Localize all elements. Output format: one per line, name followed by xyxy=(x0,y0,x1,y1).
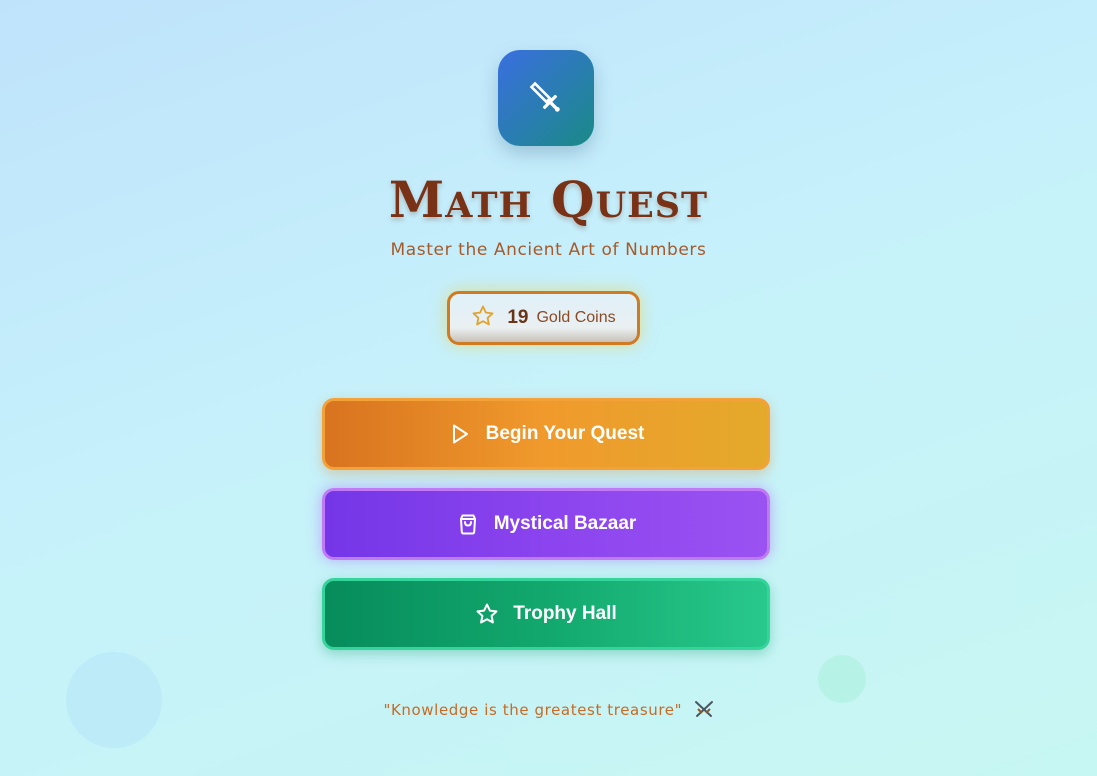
trophy-hall-label: Trophy Hall xyxy=(513,603,617,624)
trophy-hall-button[interactable]: Trophy Hall xyxy=(322,578,770,650)
coin-label: Gold Coins xyxy=(536,309,616,326)
star-icon xyxy=(472,305,494,326)
gold-coins-badge: 19 Gold Coins xyxy=(447,291,640,345)
footer-quote: "Knowledge is the greatest treasure" xyxy=(0,700,1097,719)
star-icon xyxy=(476,603,498,624)
sword-icon xyxy=(529,81,560,112)
app-logo xyxy=(498,50,594,146)
shopping-bag-icon xyxy=(459,514,476,535)
crossed-swords-icon xyxy=(694,701,713,717)
begin-quest-button[interactable]: Begin Your Quest xyxy=(322,398,770,470)
mystical-bazaar-label: Mystical Bazaar xyxy=(493,513,637,534)
coin-count: 19 xyxy=(507,307,529,328)
app-title: Math Quest xyxy=(388,170,709,229)
quote-text: "Knowledge is the greatest treasure" xyxy=(383,701,683,719)
app-subtitle: Master the Ancient Art of Numbers xyxy=(390,240,707,260)
mystical-bazaar-button[interactable]: Mystical Bazaar xyxy=(322,488,770,560)
decorative-bubble xyxy=(818,655,866,703)
begin-quest-label: Begin Your Quest xyxy=(485,423,645,444)
play-icon xyxy=(452,424,468,444)
